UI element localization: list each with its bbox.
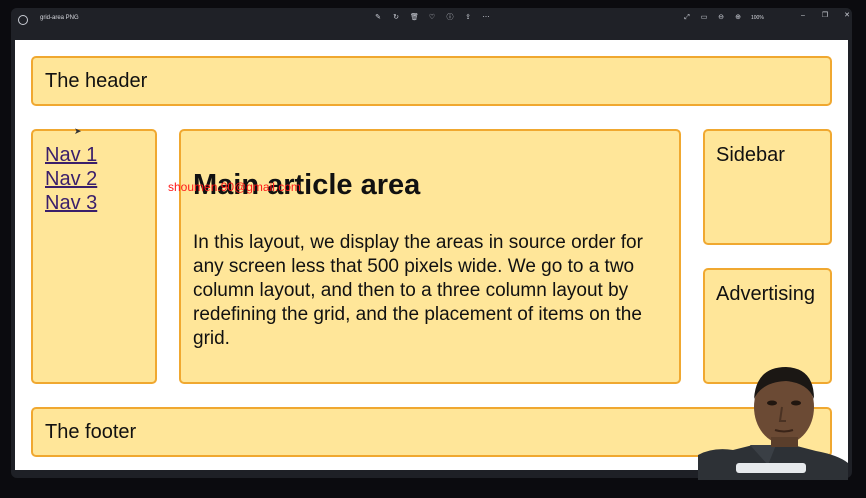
main-article-area: Main article area In this layout, we dis… [179, 129, 681, 384]
mouse-cursor-icon: ➤ [74, 126, 82, 136]
info-icon[interactable]: ⓘ [446, 14, 454, 22]
share-icon[interactable]: ⇪ [464, 14, 472, 22]
nav-link-2[interactable]: Nav 2 [45, 167, 97, 191]
edit-icon[interactable]: ✎ [374, 14, 382, 22]
toolbar: ✎ ↻ 🗑 ♡ ⓘ ⇪ ⋯ [374, 14, 490, 22]
nav-link-3[interactable]: Nav 3 [45, 191, 97, 215]
delete-icon[interactable]: 🗑 [410, 14, 419, 22]
zoom-in-icon[interactable]: ⊕ [734, 14, 742, 22]
email-watermark: shoumen.90@gmail.com [168, 180, 301, 194]
window-title: grid-area PNG [40, 15, 79, 21]
maximize-button[interactable]: ❐ [820, 12, 830, 20]
window-controls: – ❐ ✕ [798, 12, 852, 20]
rotate-icon[interactable]: ↻ [392, 14, 400, 22]
sidebar-area: Sidebar [703, 129, 832, 245]
main-body: In this layout, we display the areas in … [193, 232, 643, 349]
close-button[interactable]: ✕ [842, 12, 852, 20]
zoom-out-icon[interactable]: ⊖ [717, 14, 725, 22]
nav-area: Nav 1 Nav 2 Nav 3 [31, 129, 157, 384]
view-controls: ⤢ ▭ ⊖ ⊕ 100% [683, 14, 764, 22]
fullscreen-icon[interactable]: ⤢ [683, 14, 691, 22]
photos-app-icon [18, 15, 28, 25]
more-icon[interactable]: ⋯ [482, 14, 490, 22]
minimize-button[interactable]: – [798, 12, 808, 20]
favorite-icon[interactable]: ♡ [428, 14, 436, 22]
advertising-text: Advertising [716, 283, 815, 305]
nav-link-1[interactable]: Nav 1 [45, 143, 97, 167]
header-text: The header [45, 70, 148, 92]
webcam-overlay [698, 355, 848, 480]
footer-text: The footer [45, 421, 137, 443]
title-bar: grid-area PNG ✎ ↻ 🗑 ♡ ⓘ ⇪ ⋯ ⤢ ▭ ⊖ ⊕ 100%… [11, 8, 852, 40]
header-area: The header [31, 56, 832, 106]
sidebar-text: Sidebar [716, 144, 785, 166]
slideshow-icon[interactable]: ▭ [700, 14, 708, 22]
zoom-level[interactable]: 100% [751, 14, 764, 22]
